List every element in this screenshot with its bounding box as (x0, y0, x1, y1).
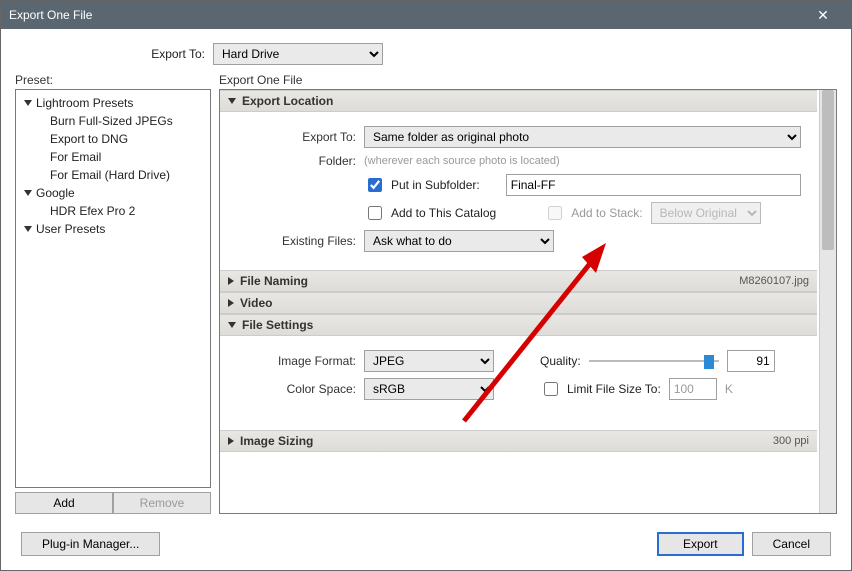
preset-label: Preset: (15, 73, 211, 87)
section-image-sizing[interactable]: Image Sizing 300 ppi (220, 430, 817, 452)
remove-preset-button[interactable]: Remove (113, 492, 211, 514)
preset-group-user[interactable]: User Presets (18, 220, 208, 238)
chevron-right-icon (228, 299, 234, 307)
quality-label: Quality: (540, 354, 581, 368)
quality-input[interactable] (727, 350, 775, 372)
add-preset-button[interactable]: Add (15, 492, 113, 514)
stack-position-select: Below Original (651, 202, 761, 224)
chevron-down-icon (24, 190, 32, 196)
preset-item[interactable]: For Email (Hard Drive) (18, 166, 208, 184)
image-format-select[interactable]: JPEG (364, 350, 494, 372)
section-video[interactable]: Video (220, 292, 817, 314)
image-format-label: Image Format: (236, 354, 356, 368)
chevron-down-icon (24, 226, 32, 232)
close-icon[interactable]: ✕ (803, 7, 843, 24)
export-to-label: Export To: (145, 47, 205, 61)
limit-filesize-checkbox[interactable] (544, 382, 558, 396)
loc-export-to-select[interactable]: Same folder as original photo (364, 126, 801, 148)
folder-label: Folder: (236, 154, 356, 168)
limit-unit: K (725, 382, 733, 396)
preset-group-lightroom[interactable]: Lightroom Presets (18, 94, 208, 112)
put-subfolder-checkbox[interactable] (368, 178, 382, 192)
chevron-down-icon (228, 322, 236, 328)
plugin-manager-button[interactable]: Plug-in Manager... (21, 532, 160, 556)
color-space-select[interactable]: sRGB (364, 378, 494, 400)
export-button[interactable]: Export (657, 532, 744, 556)
window-title: Export One File (9, 8, 803, 22)
top-row: Export To: Hard Drive (15, 43, 837, 65)
section-file-naming[interactable]: File Naming M8260107.jpg (220, 270, 817, 292)
limit-filesize-label: Limit File Size To: (567, 382, 661, 396)
preset-item[interactable]: Export to DNG (18, 130, 208, 148)
preset-item[interactable]: Burn Full-Sized JPEGs (18, 112, 208, 130)
chevron-right-icon (228, 437, 234, 445)
existing-files-label: Existing Files: (236, 234, 356, 248)
preset-tree[interactable]: Lightroom Presets Burn Full-Sized JPEGs … (15, 89, 211, 488)
quality-slider[interactable] (589, 353, 719, 369)
preset-item[interactable]: HDR Efex Pro 2 (18, 202, 208, 220)
add-stack-checkbox (548, 206, 562, 220)
folder-hint: (wherever each source photo is located) (364, 155, 560, 167)
preset-item[interactable]: For Email (18, 148, 208, 166)
put-subfolder-label: Put in Subfolder: (391, 178, 480, 192)
section-export-location[interactable]: Export Location (220, 90, 817, 112)
export-dialog: Export One File ✕ Export To: Hard Drive … (0, 0, 852, 571)
existing-files-select[interactable]: Ask what to do (364, 230, 554, 252)
image-sizing-meta: 300 ppi (773, 435, 809, 447)
limit-filesize-input (669, 378, 717, 400)
color-space-label: Color Space: (236, 382, 356, 396)
chevron-right-icon (228, 277, 234, 285)
add-stack-label: Add to Stack: (571, 206, 642, 220)
titlebar: Export One File ✕ (1, 1, 851, 29)
chevron-down-icon (228, 98, 236, 104)
file-naming-preview: M8260107.jpg (739, 275, 809, 287)
preset-group-google[interactable]: Google (18, 184, 208, 202)
add-catalog-checkbox[interactable] (368, 206, 382, 220)
export-to-select[interactable]: Hard Drive (213, 43, 383, 65)
settings-scroll[interactable]: Export Location Export To: Same folder a… (220, 90, 819, 513)
chevron-down-icon (24, 100, 32, 106)
loc-export-to-label: Export To: (236, 130, 356, 144)
add-catalog-label: Add to This Catalog (391, 206, 496, 220)
right-pane-label: Export One File (219, 73, 837, 87)
scrollbar[interactable] (819, 90, 836, 513)
cancel-button[interactable]: Cancel (752, 532, 831, 556)
subfolder-input[interactable] (506, 174, 801, 196)
scrollbar-thumb[interactable] (822, 90, 834, 250)
section-file-settings[interactable]: File Settings (220, 314, 817, 336)
